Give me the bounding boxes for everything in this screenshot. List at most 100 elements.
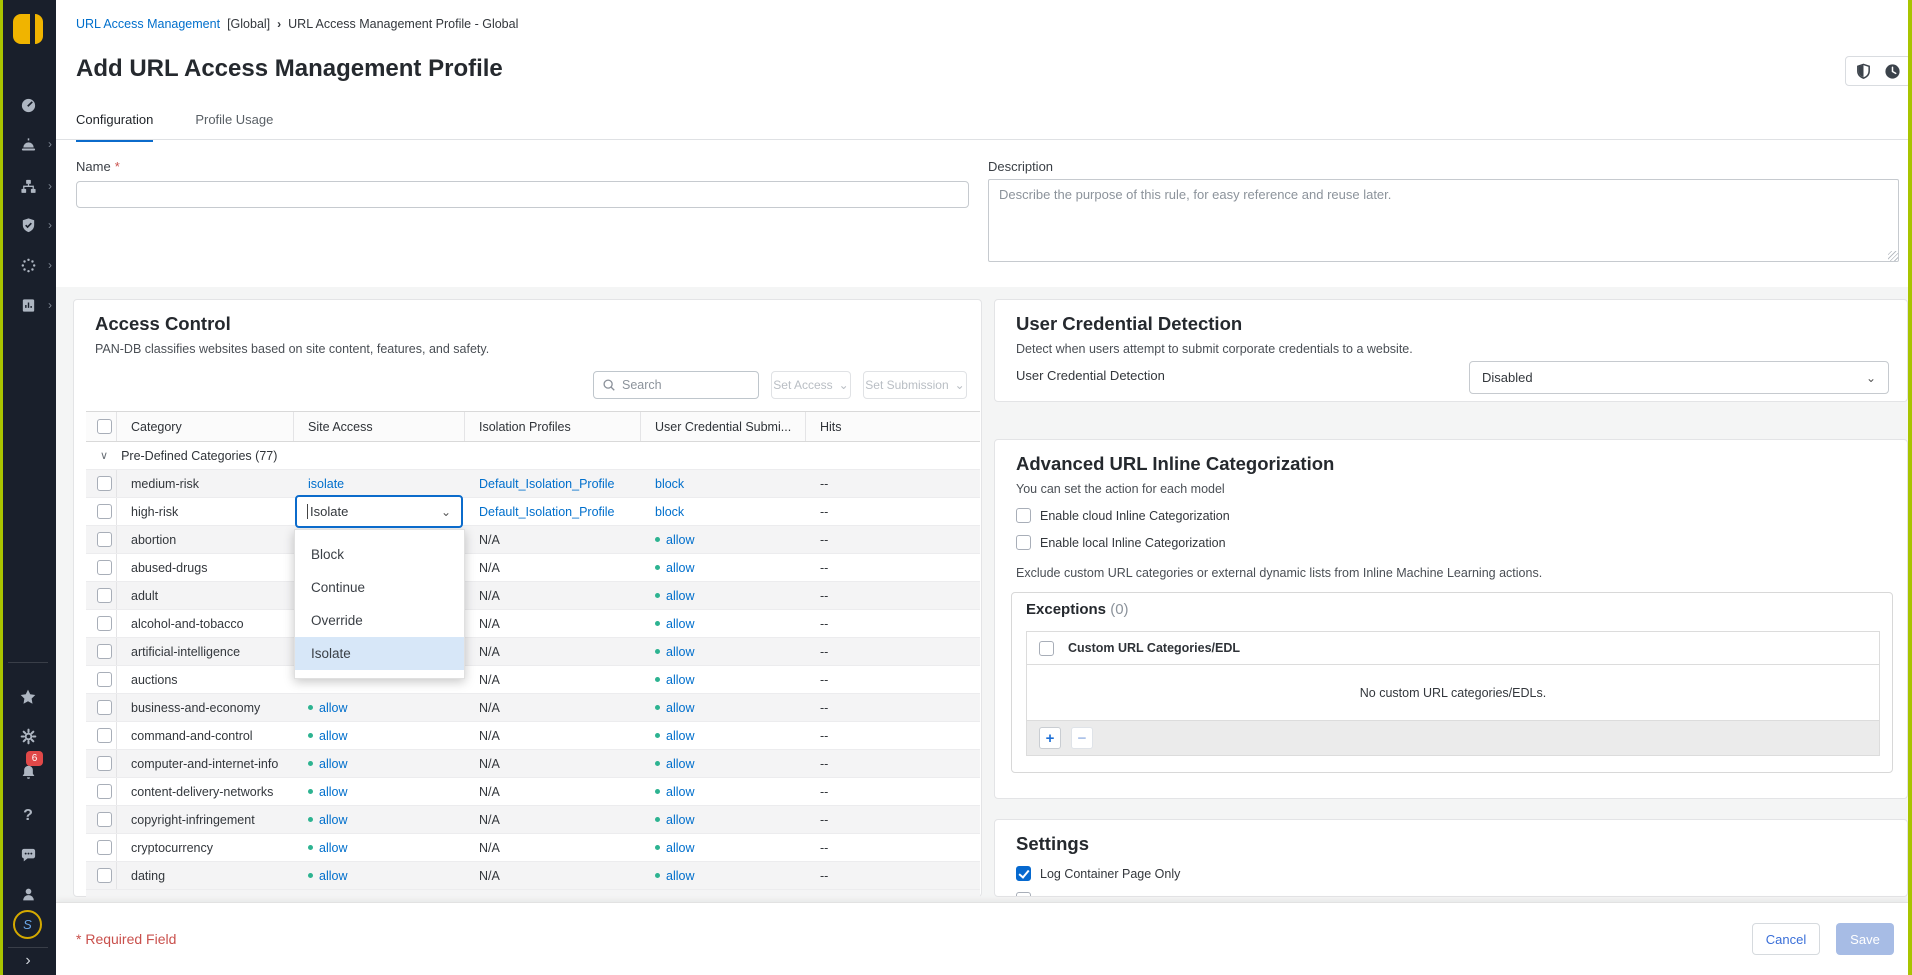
action-link[interactable]: allow <box>666 561 695 575</box>
allow-dot-icon <box>655 537 660 542</box>
dropdown-option-continue[interactable]: Continue <box>295 571 464 604</box>
user-credential-detection-card: User Credential Detection Detect when us… <box>994 299 1908 402</box>
checkbox[interactable] <box>1016 892 1031 897</box>
action-link[interactable]: allow <box>319 701 348 715</box>
user-credential-submission-cell: allow <box>641 645 806 659</box>
action-link[interactable]: allow <box>319 869 348 883</box>
resize-grip-icon[interactable] <box>1888 251 1898 261</box>
exceptions-column-header: Custom URL Categories/EDL <box>1068 641 1240 655</box>
action-link[interactable]: allow <box>666 757 695 771</box>
tab-configuration[interactable]: Configuration <box>76 112 153 142</box>
cell-text: N/A <box>479 813 500 827</box>
action-link[interactable]: allow <box>666 533 695 547</box>
checkbox-label: Enable local Inline Categorization <box>1040 536 1226 550</box>
action-link[interactable]: allow <box>319 729 348 743</box>
hits-cell: -- <box>806 869 980 883</box>
row-checkbox[interactable] <box>97 784 112 799</box>
save-button[interactable]: Save <box>1836 923 1894 955</box>
sidebar-item-help-icon[interactable]: ? <box>0 802 56 830</box>
row-checkbox[interactable] <box>97 756 112 771</box>
description-textarea[interactable] <box>988 179 1899 262</box>
row-checkbox[interactable] <box>97 728 112 743</box>
breadcrumb-link[interactable]: URL Access Management <box>76 17 220 31</box>
action-link[interactable]: allow <box>666 645 695 659</box>
action-link[interactable]: allow <box>666 701 695 715</box>
remove-exception-button[interactable]: − <box>1071 727 1093 749</box>
sidebar-item-feedback-chat-icon[interactable] <box>0 841 56 869</box>
cancel-button[interactable]: Cancel <box>1752 923 1820 955</box>
row-checkbox[interactable] <box>97 476 112 491</box>
exceptions-select-all-checkbox[interactable] <box>1039 641 1054 656</box>
set-access-button[interactable]: Set Access⌄ <box>771 371 851 399</box>
row-checkbox[interactable] <box>97 616 112 631</box>
sidebar-item-user-icon[interactable] <box>0 880 56 908</box>
dropdown-option-isolate[interactable]: Isolate <box>295 637 464 670</box>
advanced-url-inline-categorization-card: Advanced URL Inline Categorization You c… <box>994 439 1908 799</box>
add-exception-button[interactable]: + <box>1039 727 1061 749</box>
action-link[interactable]: allow <box>666 813 695 827</box>
action-link[interactable]: allow <box>666 729 695 743</box>
action-link[interactable]: allow <box>319 757 348 771</box>
palo-alto-logo-icon[interactable] <box>13 14 43 44</box>
row-checkbox[interactable] <box>97 700 112 715</box>
site-access-combobox[interactable]: Isolate ⌄ <box>295 495 463 528</box>
exceptions-box: Exceptions (0) Custom URL Categories/EDL… <box>1011 592 1893 773</box>
row-checkbox[interactable] <box>97 644 112 659</box>
action-link[interactable]: isolate <box>308 477 344 491</box>
checkbox-label: Log Container Page Only <box>1040 867 1180 881</box>
sidebar-item-settings-gear-icon[interactable] <box>0 722 56 750</box>
sidebar-item-dashboard-icon[interactable] <box>0 91 56 119</box>
user-credential-submission-cell: allow <box>641 673 806 687</box>
allow-dot-icon <box>308 873 313 878</box>
row-checkbox[interactable] <box>97 504 112 519</box>
row-checkbox[interactable] <box>97 840 112 855</box>
row-checkbox[interactable] <box>97 812 112 827</box>
dropdown-option-allow[interactable]: Allow <box>295 529 464 538</box>
checkbox[interactable] <box>1016 866 1031 881</box>
action-link[interactable]: allow <box>666 785 695 799</box>
action-link[interactable]: Default_Isolation_Profile <box>479 505 615 519</box>
tab-profile-usage[interactable]: Profile Usage <box>195 112 273 142</box>
action-link[interactable]: allow <box>319 785 348 799</box>
avatar[interactable]: S <box>13 910 42 939</box>
history-toggle-icon[interactable] <box>1884 63 1901 80</box>
checkbox[interactable] <box>1016 535 1031 550</box>
action-link[interactable]: allow <box>666 673 695 687</box>
set-submission-button[interactable]: Set Submission⌄ <box>863 371 967 399</box>
sidebar-item-reports-icon[interactable]: › <box>0 291 56 319</box>
allow-dot-icon <box>655 593 660 598</box>
row-checkbox[interactable] <box>97 560 112 575</box>
action-link[interactable]: allow <box>666 617 695 631</box>
name-input[interactable] <box>76 181 969 208</box>
action-link[interactable]: allow <box>319 813 348 827</box>
sidebar-item-network-icon[interactable]: › <box>0 172 56 200</box>
user-credential-submission-cell: allow <box>641 561 806 575</box>
row-checkbox[interactable] <box>97 672 112 687</box>
search-input[interactable] <box>622 378 732 392</box>
collapse-chevron-icon[interactable]: ∨ <box>100 449 108 462</box>
sidebar-item-favorites-star-icon[interactable] <box>0 683 56 711</box>
dropdown-option-block[interactable]: Block <box>295 538 464 571</box>
sidebar-item-workflows-icon[interactable]: › <box>0 251 56 279</box>
row-checkbox[interactable] <box>97 868 112 883</box>
sidebar-expand-chevron-icon[interactable]: › <box>0 952 56 970</box>
row-checkbox[interactable] <box>97 532 112 547</box>
action-link[interactable]: Default_Isolation_Profile <box>479 477 615 491</box>
action-link[interactable]: block <box>655 505 684 519</box>
group-row[interactable]: ∨ Pre-Defined Categories (77) <box>86 442 980 470</box>
footer-bar: * Required Field Cancel Save <box>56 902 1908 975</box>
sidebar-item-alerts-icon[interactable]: › <box>0 130 56 158</box>
action-link[interactable]: allow <box>666 869 695 883</box>
action-link[interactable]: allow <box>666 589 695 603</box>
action-link[interactable]: allow <box>319 841 348 855</box>
sidebar-item-notifications-bell-icon[interactable]: 6 <box>0 758 56 786</box>
sidebar-item-security-shield-icon[interactable]: › <box>0 211 56 239</box>
ucd-select[interactable]: Disabled ⌄ <box>1469 361 1889 394</box>
select-all-checkbox[interactable] <box>97 419 112 434</box>
action-link[interactable]: allow <box>666 841 695 855</box>
row-checkbox[interactable] <box>97 588 112 603</box>
shield-toggle-icon[interactable] <box>1855 63 1872 80</box>
action-link[interactable]: block <box>655 477 684 491</box>
dropdown-option-override[interactable]: Override <box>295 604 464 637</box>
checkbox[interactable] <box>1016 508 1031 523</box>
